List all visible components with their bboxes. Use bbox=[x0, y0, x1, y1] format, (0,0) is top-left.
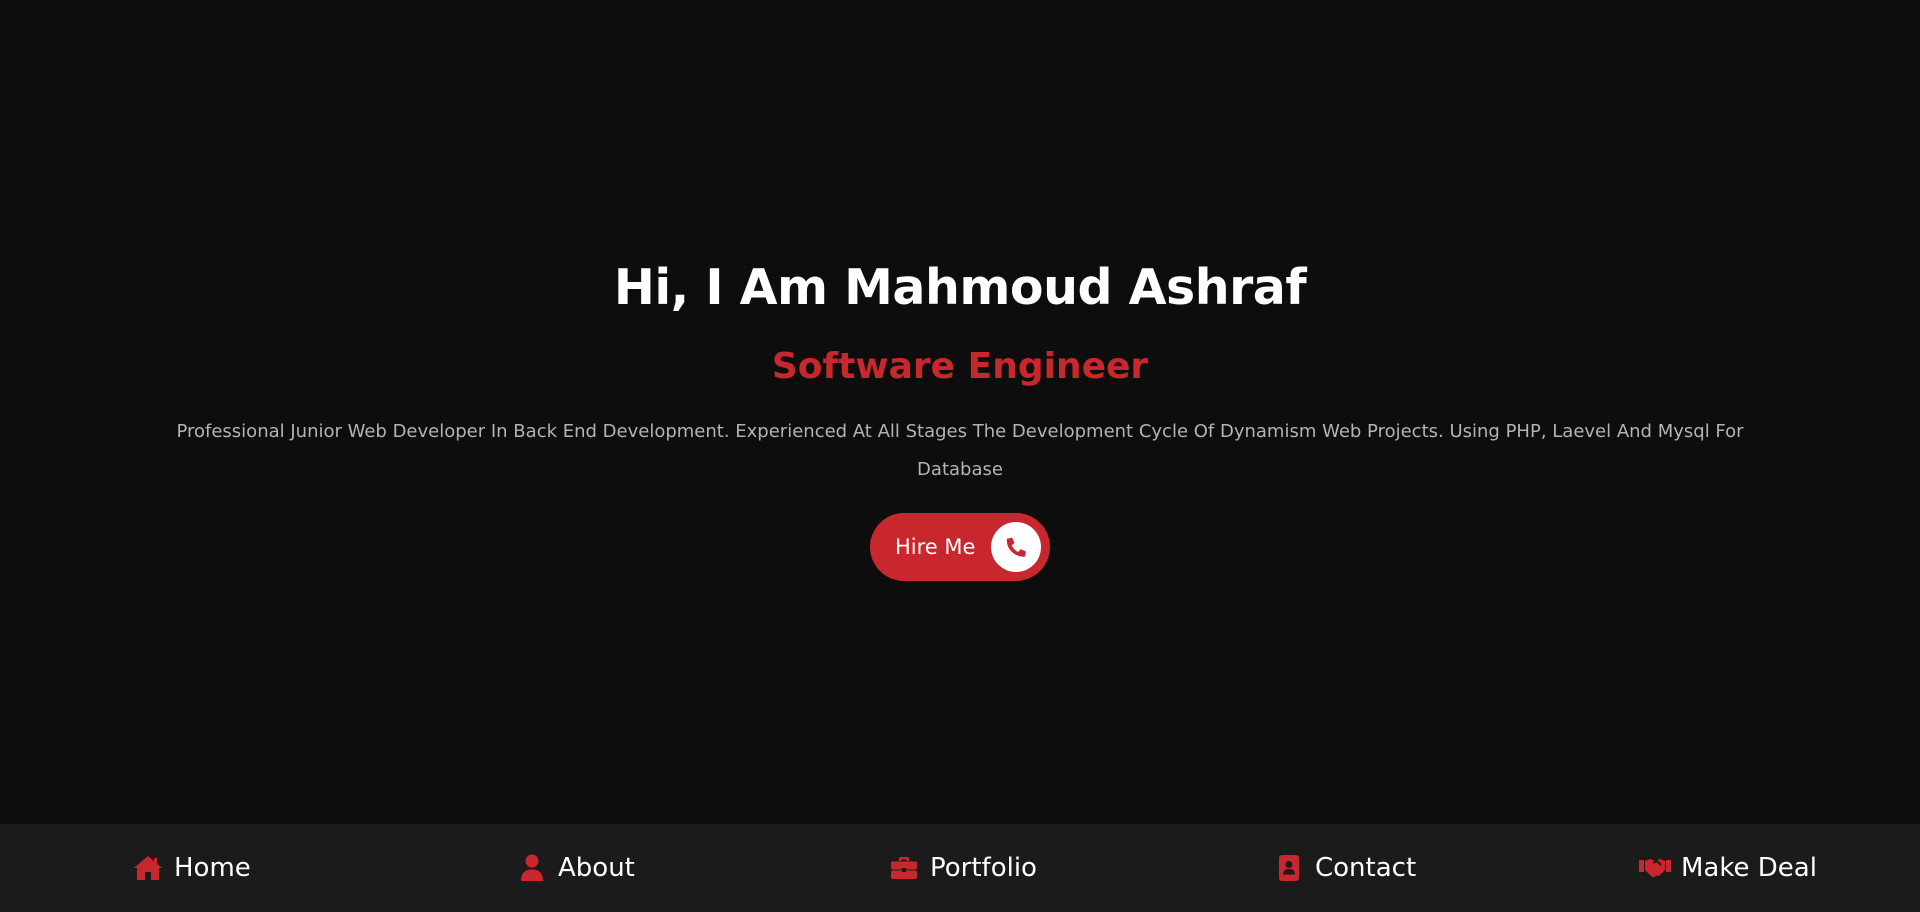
nav-label-make-deal: Make Deal bbox=[1681, 853, 1817, 883]
nav-item-make-deal[interactable]: Make Deal bbox=[1639, 824, 1817, 912]
user-icon bbox=[516, 852, 548, 884]
handshake-icon bbox=[1639, 852, 1671, 884]
home-icon bbox=[132, 852, 164, 884]
hero-description: Professional Junior Web Developer In Bac… bbox=[176, 421, 1744, 480]
nav-label-about: About bbox=[558, 853, 635, 883]
nav-label-portfolio: Portfolio bbox=[930, 853, 1037, 883]
nav-item-portfolio[interactable]: Portfolio bbox=[888, 824, 1037, 912]
nav-label-home: Home bbox=[174, 853, 251, 883]
hero-role: Software Engineer bbox=[771, 346, 1149, 387]
nav-label-contact: Contact bbox=[1315, 853, 1417, 883]
hero-section: Hi, I Am Mahmoud Ashraf Software Enginee… bbox=[0, 0, 1920, 824]
contact-book-icon bbox=[1273, 852, 1305, 884]
nav-item-contact[interactable]: Contact bbox=[1273, 824, 1416, 912]
phone-icon bbox=[991, 522, 1041, 572]
briefcase-icon bbox=[888, 852, 920, 884]
bottom-nav: Home About Portfolio Contact Make Deal bbox=[0, 824, 1920, 912]
hire-me-button[interactable]: Hire Me bbox=[870, 513, 1050, 581]
nav-item-home[interactable]: Home bbox=[132, 824, 251, 912]
hire-me-label: Hire Me bbox=[895, 534, 976, 559]
hero-title: Hi, I Am Mahmoud Ashraf bbox=[613, 259, 1307, 316]
nav-item-about[interactable]: About bbox=[516, 824, 635, 912]
